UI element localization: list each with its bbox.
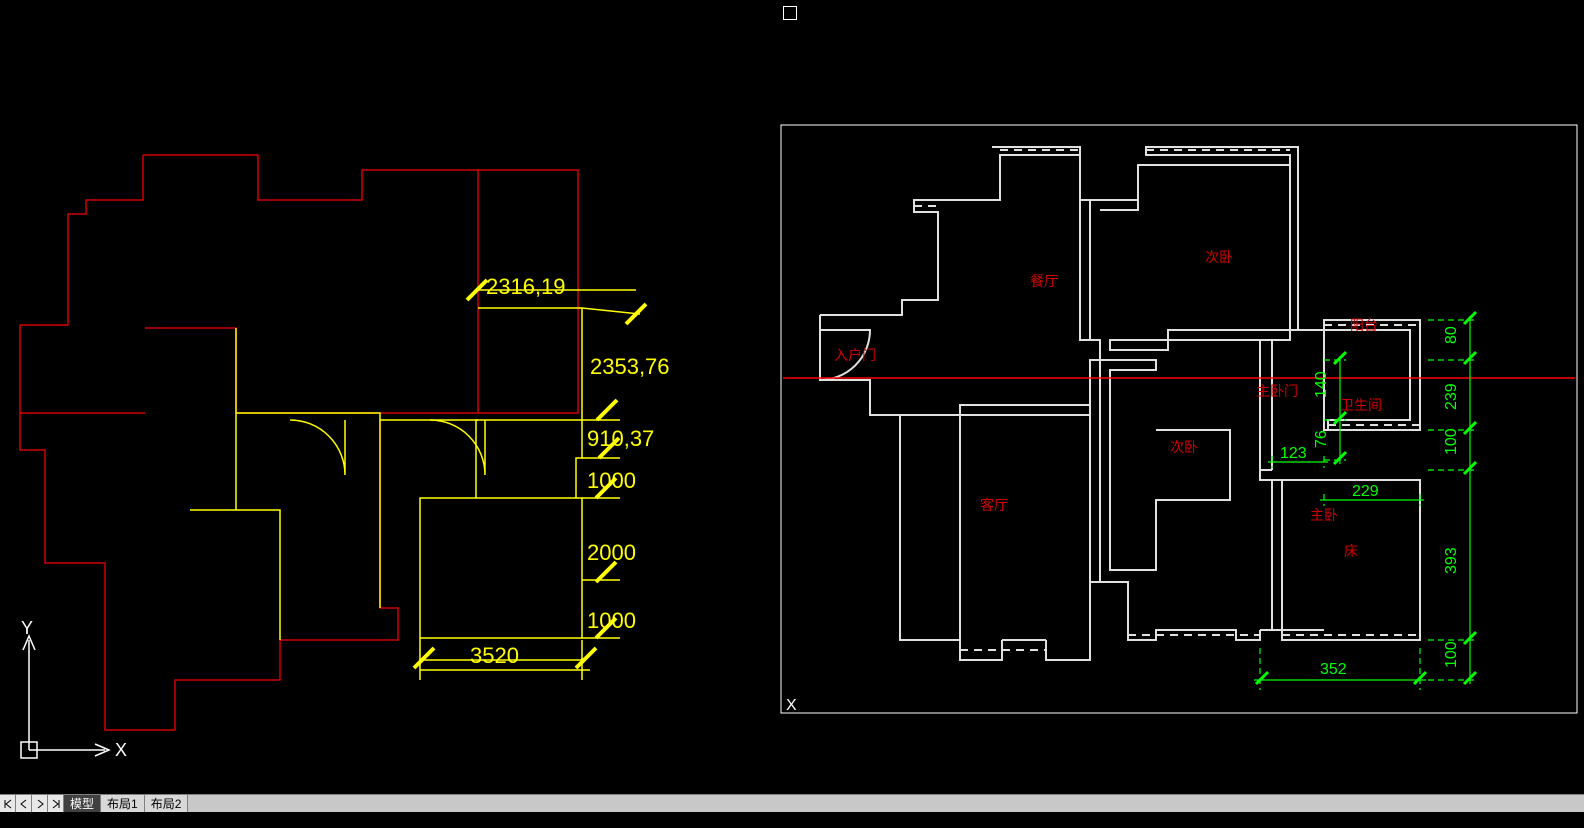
room-label: 卫生间 (1340, 398, 1382, 414)
room-label: 客厅 (980, 497, 1008, 514)
room-label: 床 (1344, 544, 1358, 560)
dim-label: 910,37 (587, 426, 654, 451)
dim-label: 2000 (587, 540, 636, 565)
dim-label: 123 (1280, 445, 1307, 462)
dim-label: 100 (1443, 428, 1460, 455)
layout-tab-bar: 模型 布局1 布局2 (0, 794, 1584, 812)
room-label: 主卧门 (1256, 384, 1298, 400)
dim-label: 140 (1313, 371, 1330, 398)
room-label: 次卧 (1205, 250, 1233, 266)
dim-label: 80 (1443, 326, 1460, 344)
dim-label: 76 (1313, 430, 1330, 448)
tab-prev-button[interactable] (16, 795, 32, 812)
tab-layout2[interactable]: 布局2 (145, 795, 189, 812)
dim-label: 3520 (470, 643, 519, 668)
tab-first-button[interactable] (0, 795, 16, 812)
dim-label: 100 (1443, 641, 1460, 668)
dim-label: 239 (1443, 383, 1460, 410)
tab-label: 布局1 (107, 795, 138, 812)
tab-label: 模型 (70, 795, 94, 812)
dim-label: 2353,76 (590, 354, 670, 379)
ucs-y-label: Y (21, 618, 33, 638)
room-label: 主卧 (1310, 508, 1338, 524)
tab-last-button[interactable] (48, 795, 64, 812)
dim-label: 352 (1320, 661, 1347, 678)
ucs-x-label: X (115, 740, 127, 760)
ucs-x-label: X (786, 697, 797, 714)
room-label: 餐厅 (1030, 274, 1058, 290)
tab-layout1[interactable]: 布局1 (101, 795, 145, 812)
dim-label: 393 (1443, 547, 1460, 574)
tab-label: 布局2 (151, 795, 182, 812)
dim-label: 1000 (587, 468, 636, 493)
room-label: 入户门 (834, 347, 876, 364)
cad-canvas[interactable]: 2316,19 2353,76 910,37 1000 2000 1000 35… (0, 0, 1584, 795)
tab-model[interactable]: 模型 (64, 795, 101, 812)
dim-label: 2316,19 (486, 274, 566, 299)
room-label: 次卧 (1170, 440, 1198, 456)
room-label: 阳台 (1350, 318, 1378, 334)
right-floorplan: 餐厅 次卧 入户门 主卧门 阳台 卫生间 客厅 次卧 主卧 床 80 239 1… (783, 147, 1575, 690)
tab-next-button[interactable] (32, 795, 48, 812)
ucs-icon: Y X (15, 620, 135, 775)
dim-label: 1000 (587, 608, 636, 633)
dim-label: 229 (1352, 483, 1379, 500)
